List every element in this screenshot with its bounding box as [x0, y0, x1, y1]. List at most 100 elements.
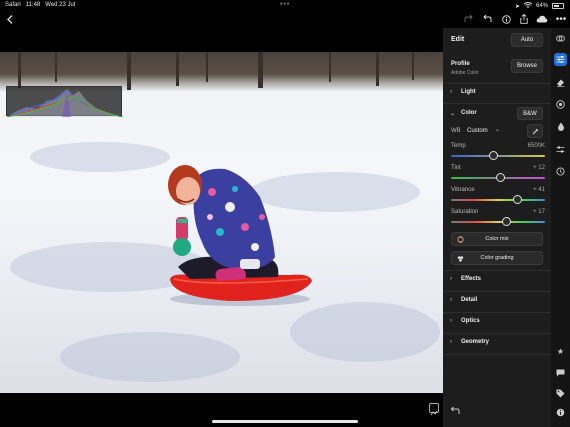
- vibrance-thumb[interactable]: [512, 195, 522, 204]
- vibrance-slider[interactable]: Vibrance + 41: [451, 187, 545, 205]
- vibrance-value: + 41: [533, 187, 545, 193]
- tint-thumb[interactable]: [495, 173, 505, 182]
- section-optics-label: Optics: [461, 318, 480, 324]
- snow-shadow: [60, 332, 240, 382]
- chevron-right-icon: ›: [450, 339, 452, 345]
- divider: [443, 83, 551, 84]
- section-geometry-label: Geometry: [461, 339, 490, 345]
- top-toolbar: •••: [0, 10, 570, 28]
- divider: [443, 270, 551, 271]
- profile-value: Adobe Color: [451, 70, 479, 76]
- tree-trunk: [176, 52, 179, 86]
- divider: [443, 291, 551, 292]
- multitasking-dots-icon[interactable]: •••: [280, 1, 290, 8]
- tree-trunk: [412, 52, 414, 80]
- color-wheel-icon: [457, 236, 464, 243]
- tint-label: Tint: [451, 165, 461, 171]
- section-light[interactable]: › Light: [443, 86, 551, 100]
- vibrance-track[interactable]: [451, 199, 545, 201]
- compare-icon[interactable]: [429, 403, 439, 416]
- vibrance-label: Vibrance: [451, 187, 475, 193]
- section-color-label: Color: [461, 110, 477, 116]
- edit-sliders-icon[interactable]: [554, 53, 567, 66]
- chevron-right-icon: ›: [450, 318, 452, 324]
- profile-label: Profile: [451, 61, 470, 67]
- divider: [443, 103, 551, 104]
- star-icon[interactable]: ★: [554, 345, 567, 358]
- edit-title: Edit: [451, 36, 465, 43]
- temp-thumb[interactable]: [489, 151, 499, 160]
- redo-icon[interactable]: [462, 10, 474, 28]
- tree-trunk: [329, 52, 331, 82]
- status-app: Safari: [5, 2, 21, 8]
- color-drop-icon[interactable]: [554, 120, 567, 133]
- presets-icon[interactable]: [554, 32, 567, 45]
- color-mix-button[interactable]: Color mix: [451, 232, 543, 246]
- undo-icon[interactable]: [481, 10, 493, 28]
- saturation-value: + 17: [533, 209, 545, 215]
- status-time: 11:48: [25, 2, 41, 8]
- status-date: Wed 23 Jul: [45, 2, 76, 8]
- wb-select[interactable]: Custom: [467, 128, 488, 134]
- back-icon[interactable]: [4, 10, 16, 28]
- eyedropper-icon[interactable]: [527, 124, 543, 138]
- masking-icon[interactable]: [554, 98, 567, 111]
- divider: [443, 333, 551, 334]
- adjust-layers-icon[interactable]: [554, 143, 567, 156]
- saturation-slider[interactable]: Saturation + 17: [451, 209, 545, 227]
- section-effects[interactable]: › Effects: [443, 273, 551, 287]
- info-circle-icon[interactable]: [554, 406, 567, 419]
- battery-percent: 64%: [535, 3, 548, 9]
- auto-button[interactable]: Auto: [511, 33, 543, 47]
- wifi-icon: [523, 2, 533, 10]
- chevron-down-icon[interactable]: ⌄: [495, 126, 500, 133]
- browse-button[interactable]: Browse: [511, 59, 543, 73]
- tree-trunk: [258, 52, 263, 88]
- more-icon[interactable]: •••: [555, 10, 567, 28]
- divider: [443, 354, 551, 355]
- cloud-sync-icon[interactable]: [535, 10, 549, 28]
- edit-panel: Edit Auto Profile Adobe Color Browse › L…: [443, 28, 551, 427]
- chevron-right-icon: ›: [450, 89, 452, 95]
- histogram: [6, 86, 124, 118]
- temp-slider[interactable]: Temp 6500K: [451, 143, 545, 161]
- section-geometry[interactable]: › Geometry: [443, 336, 551, 350]
- temp-value: 6500K: [527, 143, 545, 149]
- color-mix-label: Color mix: [485, 236, 509, 242]
- tag-icon[interactable]: [554, 387, 567, 400]
- color-grading-icon: [457, 256, 464, 262]
- reset-icon[interactable]: [450, 402, 462, 414]
- section-optics[interactable]: › Optics: [443, 315, 551, 329]
- section-detail-label: Detail: [461, 297, 478, 303]
- section-detail[interactable]: › Detail: [443, 294, 551, 308]
- color-grading-button[interactable]: Color grading: [451, 251, 543, 265]
- saturation-thumb[interactable]: [501, 217, 511, 226]
- tree-trunk: [127, 52, 131, 90]
- tint-value: + 12: [533, 165, 545, 171]
- home-indicator: [212, 420, 358, 423]
- comment-icon[interactable]: [554, 366, 567, 379]
- tree-trunk: [55, 52, 57, 82]
- temp-label: Temp: [451, 143, 466, 149]
- divider: [443, 312, 551, 313]
- wb-label: WB: [451, 128, 461, 134]
- edit-panel-header: Edit Auto: [443, 28, 551, 52]
- chevron-right-icon: ›: [450, 297, 452, 303]
- snow-shadow: [30, 142, 170, 172]
- section-light-label: Light: [461, 89, 476, 95]
- child-on-sled: [168, 165, 312, 306]
- photo-canvas[interactable]: [0, 52, 443, 393]
- bw-button[interactable]: B&W: [517, 107, 543, 120]
- section-effects-label: Effects: [461, 276, 482, 282]
- location-icon: ➤: [514, 3, 520, 10]
- tool-rail: ★: [551, 28, 570, 427]
- share-icon[interactable]: [518, 10, 530, 28]
- saturation-track[interactable]: [451, 221, 545, 223]
- battery-icon: [552, 3, 564, 9]
- tint-slider[interactable]: Tint + 12: [451, 165, 545, 183]
- info-icon[interactable]: [500, 10, 512, 28]
- history-icon[interactable]: [554, 165, 567, 178]
- saturation-label: Saturation: [451, 209, 479, 215]
- chevron-right-icon: ›: [450, 276, 452, 282]
- healing-eraser-icon[interactable]: [554, 76, 567, 89]
